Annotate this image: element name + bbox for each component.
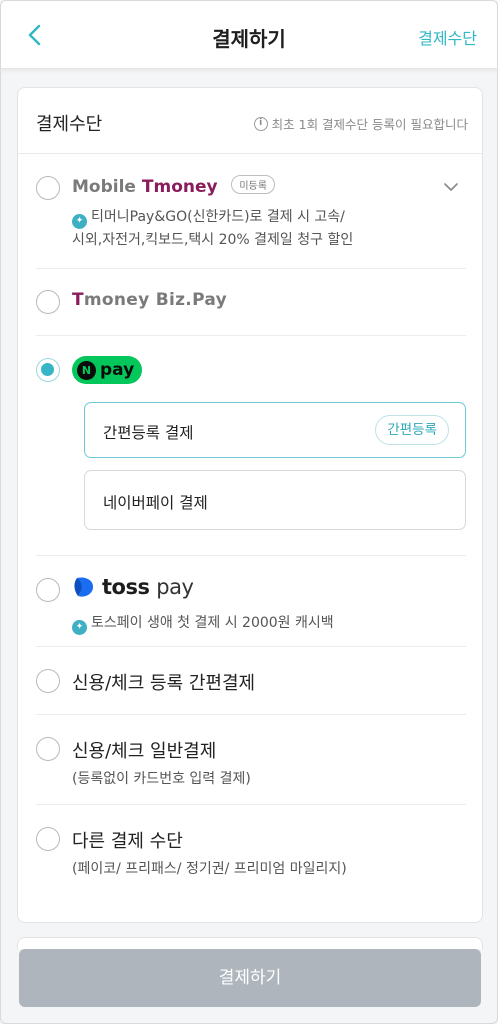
npay-simple-pay-option[interactable]: 간편등록 결제 간편등록 bbox=[84, 402, 466, 458]
naver-pay-label: 네이버페이 결제 bbox=[103, 494, 208, 512]
divider bbox=[36, 714, 466, 715]
tmoney-promo: ✦ 티머니Pay&GO(신한카드)로 결제 시 고속/ 시외,자전거,킥보드,택시… bbox=[72, 206, 353, 251]
other-payment-sub: (페이코/ 프리패스/ 정기권/ 프리미엄 마일리지) bbox=[72, 861, 347, 877]
tmoney-bizpay-logo: Tmoney Biz.Pay bbox=[72, 290, 227, 310]
tmoney-logo-t: T bbox=[141, 177, 154, 197]
registration-note: i 최초 1회 결제수단 등록이 필요합니다 bbox=[253, 114, 468, 133]
radio-credit-general[interactable] bbox=[36, 737, 60, 761]
other-payment-label: 다른 결제 수단 bbox=[72, 831, 183, 852]
credit-general-sub: (등록없이 카드번호 입력 결제) bbox=[72, 771, 251, 787]
chevron-down-icon[interactable] bbox=[442, 178, 460, 196]
radio-credit-simple[interactable] bbox=[36, 669, 60, 693]
option-npay[interactable]: N pay 간편등록 결제 간편등록 네이버페이 결제 bbox=[36, 354, 466, 554]
divider bbox=[36, 646, 466, 647]
tmoney-logo-prefix: Mobile bbox=[72, 177, 142, 197]
radio-toss-pay[interactable] bbox=[36, 578, 60, 602]
option-mobile-tmoney[interactable]: Mobile Tmoney 미등록 ✦ 티머니Pay&GO(신한카드)로 결제 시… bbox=[36, 172, 466, 262]
simple-register-button[interactable]: 간편등록 bbox=[375, 415, 449, 445]
option-credit-simple[interactable]: 신용/체크 등록 간편결제 bbox=[36, 666, 466, 706]
toss-pay-text: pay bbox=[156, 575, 194, 599]
radio-other-payment[interactable] bbox=[36, 827, 60, 851]
divider bbox=[36, 335, 466, 336]
tmoney-promo-line1: 티머니Pay&GO(신한카드)로 결제 시 고속/ bbox=[91, 209, 345, 225]
registration-note-text: 최초 1회 결제수단 등록이 필요합니다 bbox=[271, 117, 468, 132]
toss-brand-text: toss bbox=[102, 575, 150, 599]
top-bar: 결제하기 결제수단 bbox=[1, 1, 497, 69]
tmoney-promo-line2: 시외,자전거,킥보드,택시 20% 결제일 청구 할인 bbox=[72, 232, 354, 248]
option-other-payment[interactable]: 다른 결제 수단 (페이코/ 프리패스/ 정기권/ 프리미엄 마일리지) bbox=[36, 824, 466, 888]
payment-method-link[interactable]: 결제수단 bbox=[418, 25, 477, 49]
radio-npay[interactable] bbox=[36, 358, 60, 382]
naver-pay-option[interactable]: 네이버페이 결제 bbox=[84, 470, 466, 530]
toss-promo-text: 토스페이 생애 첫 결제 시 2000원 캐시백 bbox=[91, 615, 334, 631]
bizpay-logo-t: T bbox=[72, 290, 84, 310]
card-title: 결제수단 bbox=[36, 114, 103, 135]
next-card-edge bbox=[17, 937, 483, 949]
option-credit-general[interactable]: 신용/체크 일반결제 (등록없이 카드번호 입력 결제) bbox=[36, 734, 466, 798]
bizpay-logo-rest: money Biz.Pay bbox=[83, 290, 228, 310]
npay-pay-text: pay bbox=[100, 360, 135, 380]
payment-method-card: 결제수단 i 최초 1회 결제수단 등록이 필요합니다 Mobile Tmone… bbox=[17, 87, 483, 923]
tmoney-logo-rest: money bbox=[153, 177, 218, 197]
divider bbox=[36, 804, 466, 805]
npay-logo: N pay bbox=[72, 356, 142, 384]
divider bbox=[36, 555, 466, 556]
option-toss-pay[interactable]: toss pay ✦ 토스페이 생애 첫 결제 시 2000원 캐시백 bbox=[36, 574, 466, 640]
radio-mobile-tmoney[interactable] bbox=[36, 176, 60, 200]
credit-general-label: 신용/체크 일반결제 bbox=[72, 741, 217, 762]
unregistered-badge: 미등록 bbox=[231, 175, 275, 194]
app-frame: 결제하기 결제수단 결제수단 i 최초 1회 결제수단 등록이 필요합니다 Mo… bbox=[0, 0, 498, 1024]
star-badge-icon: ✦ bbox=[72, 620, 87, 635]
info-icon: i bbox=[253, 116, 268, 131]
npay-simple-pay-label: 간편등록 결제 bbox=[103, 424, 194, 442]
option-tmoney-bizpay[interactable]: Tmoney Biz.Pay bbox=[36, 286, 466, 326]
divider bbox=[36, 268, 466, 269]
toss-logo-icon bbox=[74, 577, 94, 597]
pay-button[interactable]: 결제하기 bbox=[19, 949, 481, 1007]
card-header: 결제수단 i 최초 1회 결제수단 등록이 필요합니다 bbox=[18, 88, 482, 154]
npay-n-icon: N bbox=[77, 360, 96, 380]
toss-pay-logo: toss pay bbox=[72, 574, 194, 600]
radio-tmoney-bizpay[interactable] bbox=[36, 290, 60, 314]
credit-simple-label: 신용/체크 등록 간편결제 bbox=[72, 673, 256, 694]
toss-promo: ✦ 토스페이 생애 첫 결제 시 2000원 캐시백 bbox=[72, 612, 334, 635]
star-badge-icon: ✦ bbox=[72, 214, 87, 229]
tmoney-logo: Mobile Tmoney 미등록 bbox=[72, 175, 275, 197]
